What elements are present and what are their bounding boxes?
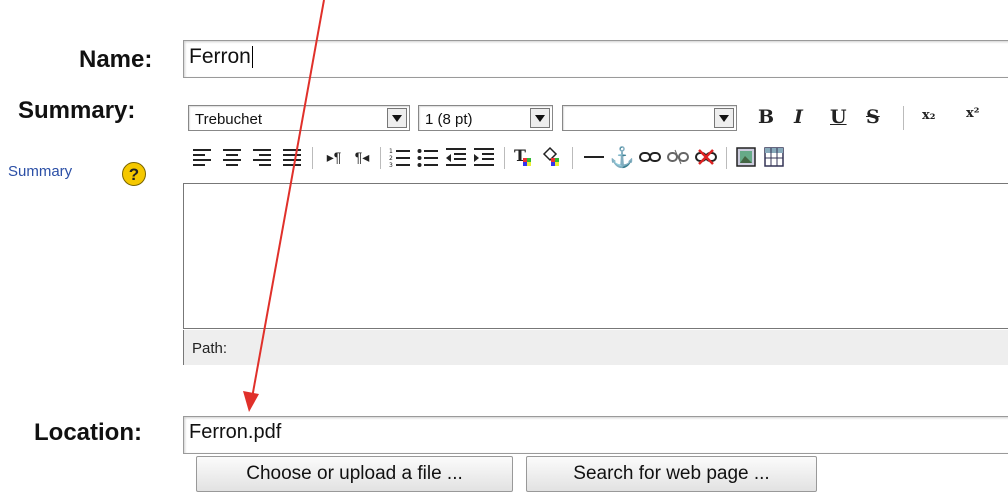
- arrow-line: [251, 0, 325, 399]
- annotation-arrow: [243, 0, 325, 412]
- arrow-head: [243, 391, 259, 412]
